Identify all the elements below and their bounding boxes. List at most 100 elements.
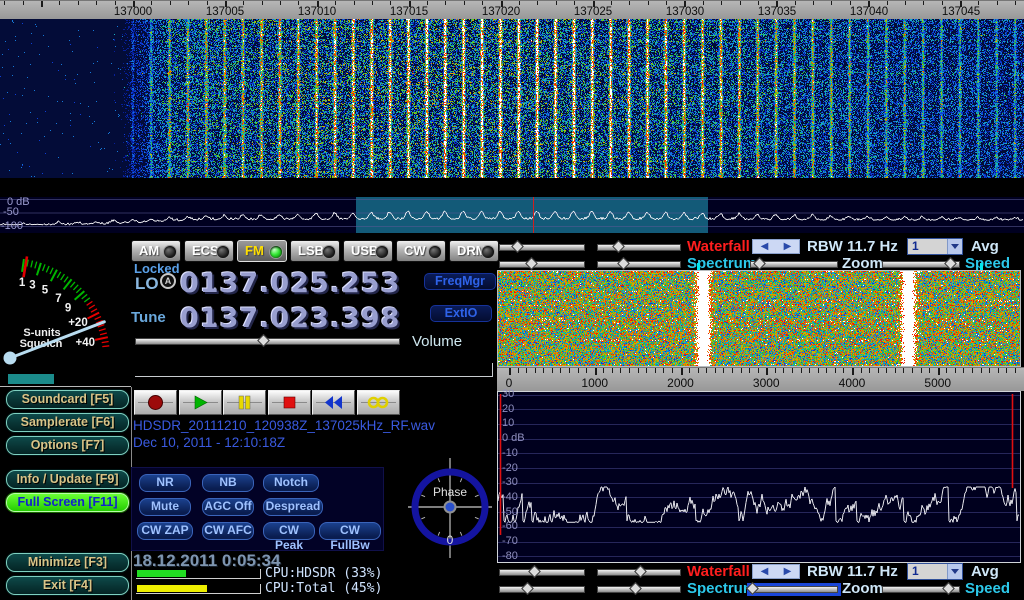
scale-tick <box>749 368 750 373</box>
loop-button[interactable] <box>357 390 400 415</box>
chevron-down-icon[interactable] <box>947 564 962 579</box>
extio-button[interactable]: ExtIO <box>430 305 492 322</box>
panorama-spectrum[interactable] <box>0 197 1024 233</box>
audio-spectrum[interactable] <box>498 392 1020 562</box>
stop-button[interactable] <box>268 390 311 415</box>
zoom-slider[interactable] <box>750 586 838 593</box>
waterfall-brightness-slider[interactable] <box>499 569 585 576</box>
spectrum-contrast-slider-thumb[interactable] <box>629 582 642 595</box>
scale-tick <box>629 1 630 5</box>
full-screen-button[interactable]: Full Screen [F11] <box>6 493 129 512</box>
despread-button[interactable]: Despread <box>263 498 323 516</box>
right-arrow-icon[interactable]: ▶ <box>784 566 792 577</box>
play-triangle-icon <box>192 394 209 411</box>
scale-label: 137005 <box>206 6 244 18</box>
soundcard-button[interactable]: Soundcard [F5] <box>6 390 129 409</box>
waterfall-contrast-slider[interactable] <box>597 244 681 251</box>
waterfall-contrast-slider-thumb[interactable] <box>634 565 647 578</box>
nb-button[interactable]: NB <box>202 474 254 492</box>
scale-tick <box>569 368 570 373</box>
nr-button[interactable]: NR <box>139 474 191 492</box>
options-button[interactable]: Options [F7] <box>6 436 129 455</box>
svg-text:9: 9 <box>65 302 71 314</box>
waterfall-contrast-slider[interactable] <box>597 569 681 576</box>
db-label: 0 dB <box>502 432 525 444</box>
avg-dropdown[interactable]: 1 <box>907 563 963 580</box>
scale-tick <box>852 368 854 375</box>
spectrum-brightness-slider[interactable] <box>499 586 585 593</box>
volume-slider-thumb[interactable] <box>257 334 270 347</box>
zoom-slider[interactable] <box>750 261 838 268</box>
spectrum-brightness-slider-thumb[interactable] <box>525 257 538 270</box>
chevron-down-icon[interactable] <box>947 239 962 254</box>
avg-dropdown[interactable]: 1 <box>907 238 963 255</box>
spectrum-brightness-slider[interactable] <box>499 261 585 268</box>
mode-button-ecss[interactable]: ECSS <box>184 240 234 262</box>
mode-button-am[interactable]: AM <box>131 240 181 262</box>
audio-waterfall[interactable] <box>498 271 1020 366</box>
left-arrow-icon[interactable]: ◀ <box>761 241 769 252</box>
mode-button-drm[interactable]: DRM <box>449 240 499 262</box>
speed-slider[interactable] <box>882 586 960 593</box>
lo-auto-lock-badge[interactable]: A <box>160 273 176 289</box>
left-arrow-icon[interactable]: ◀ <box>761 566 769 577</box>
record-button[interactable] <box>134 390 177 415</box>
info-update-button[interactable]: Info / Update [F9] <box>6 470 129 489</box>
mode-button-usb[interactable]: USB <box>343 240 393 262</box>
cw-fullbw-button[interactable]: CW FullBw <box>319 522 381 540</box>
scale-tick <box>574 1 575 5</box>
scale-label: 3000 <box>753 376 780 390</box>
db-label: 10 <box>502 417 514 429</box>
waterfall-brightness-slider[interactable] <box>499 244 585 251</box>
scale-tick <box>813 1 814 5</box>
rewind-button[interactable] <box>312 390 355 415</box>
waterfall-contrast-slider-thumb[interactable] <box>612 240 625 253</box>
right-arrow-icon[interactable]: ▶ <box>784 241 792 252</box>
spectrum-contrast-slider[interactable] <box>597 586 681 593</box>
samplerate-button[interactable]: Samplerate [F6] <box>6 413 129 432</box>
volume-slider[interactable] <box>135 338 400 345</box>
scale-tick <box>646 368 647 373</box>
notch-button[interactable]: Notch <box>263 474 319 492</box>
freqmgr-button[interactable]: FreqMgr <box>424 273 496 290</box>
tune-frequency-display[interactable]: 0137.023.398 <box>180 303 400 334</box>
spectrum-brightness-slider-thumb[interactable] <box>521 582 534 595</box>
mute-button[interactable]: Mute <box>139 498 191 516</box>
speed-slider-thumb[interactable] <box>945 257 958 270</box>
rbw-spinner[interactable]: ◀▶ <box>752 239 800 254</box>
waterfall-brightness-slider-thumb[interactable] <box>512 240 525 253</box>
mode-button-lsb[interactable]: LSB <box>290 240 340 262</box>
scale-tick <box>886 368 887 373</box>
scale-tick <box>740 1 741 5</box>
exit-button[interactable]: Exit [F4] <box>6 576 129 595</box>
play-button[interactable] <box>179 390 222 415</box>
rf-frequency-scale[interactable]: 1370001370051370101370151370201370251370… <box>0 0 1024 19</box>
cw-peak-button[interactable]: CW Peak <box>263 522 315 540</box>
audio-frequency-scale[interactable]: 010002000300040005000 <box>497 367 1024 391</box>
scale-tick <box>372 1 373 5</box>
mode-button-fm[interactable]: FM <box>237 240 287 262</box>
mode-button-cw[interactable]: CW <box>396 240 446 262</box>
squelch-level-bar[interactable] <box>8 374 54 384</box>
speed-slider[interactable] <box>882 261 960 268</box>
scale-tick <box>1015 1 1016 5</box>
spectrum-contrast-slider-thumb[interactable] <box>617 257 630 270</box>
scale-tick <box>758 368 759 373</box>
scale-tick <box>681 368 683 375</box>
pause-button[interactable] <box>223 390 266 415</box>
scale-tick <box>723 368 724 373</box>
speed-slider-thumb[interactable] <box>942 582 955 595</box>
lo-frequency-display[interactable]: 0137.025.253 <box>180 268 400 299</box>
spectrum-contrast-slider[interactable] <box>597 261 681 268</box>
svg-text:3: 3 <box>29 279 35 291</box>
waterfall-brightness-slider-thumb[interactable] <box>528 565 541 578</box>
cw-afc-button[interactable]: CW AFC <box>202 522 254 540</box>
local-datetime: 18.12.2011 0:05:34 <box>133 551 280 571</box>
panorama-waterfall[interactable] <box>0 0 1024 178</box>
minimize-button[interactable]: Minimize [F3] <box>6 553 129 572</box>
rbw-spinner[interactable]: ◀▶ <box>752 564 800 579</box>
cw-zap-button[interactable]: CW ZAP <box>137 522 193 540</box>
scale-tick <box>648 1 649 5</box>
agc-off-button[interactable]: AGC Off <box>202 498 254 516</box>
scale-tick <box>912 368 913 373</box>
